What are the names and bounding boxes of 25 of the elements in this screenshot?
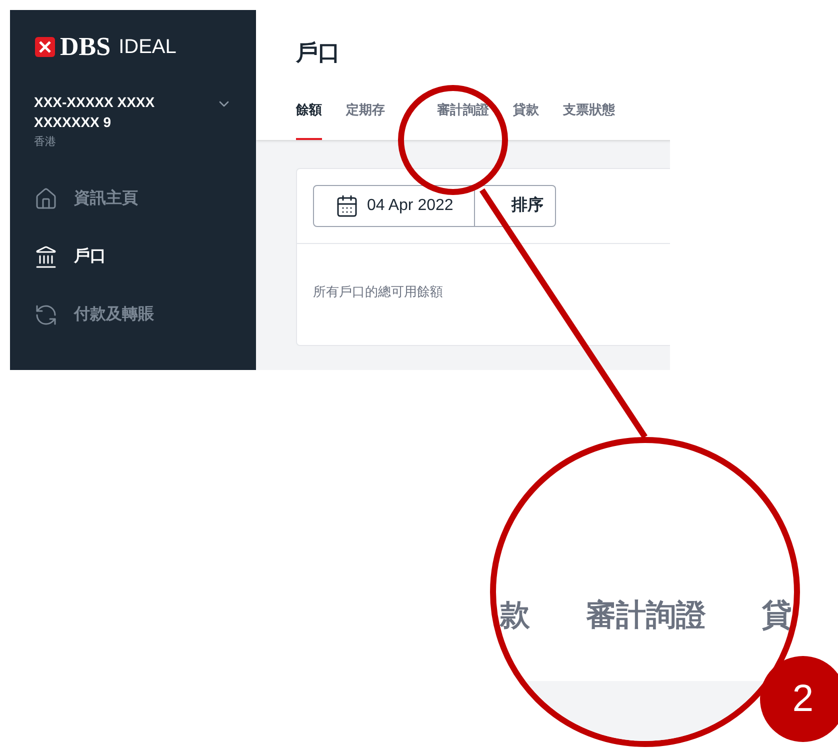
magnified-tab-label: 審計詢證 (586, 598, 706, 634)
account-name: XXX-XXXXX XXXX XXXXXXX 9 (34, 93, 156, 132)
summary-label: 所有戶口的總可用餘額 (313, 284, 443, 298)
nav-item[interactable]: 付款及轉賬 (34, 302, 232, 326)
step-badge: 2 (760, 656, 838, 742)
nav-item[interactable]: 資訊主頁 (34, 186, 232, 210)
calendar-icon (335, 194, 359, 218)
tab[interactable]: 餘額 (296, 100, 322, 140)
bank-icon (34, 244, 58, 268)
date-picker[interactable]: 04 Apr 2022 (313, 184, 476, 226)
page-title: 戶口 (296, 42, 341, 64)
tab[interactable]: 定期存 (346, 100, 385, 140)
product-name: IDEAL (118, 37, 176, 57)
tab[interactable]: 支票狀態 (563, 100, 615, 140)
magnified-tab-label: 款 (500, 598, 530, 634)
magnified-tab-label: 貸 (762, 598, 792, 634)
account-region: 香港 (34, 134, 57, 150)
tab[interactable]: 貸款 (513, 100, 539, 140)
tab[interactable]: 審計詢證 (437, 100, 489, 140)
logo-icon (34, 36, 56, 58)
logo-text: DBS (60, 34, 111, 60)
nav-item[interactable]: 戶口 (34, 244, 232, 268)
sort-button[interactable]: 排序 (475, 184, 556, 226)
home-icon (34, 186, 58, 210)
exchange-icon (34, 302, 58, 326)
